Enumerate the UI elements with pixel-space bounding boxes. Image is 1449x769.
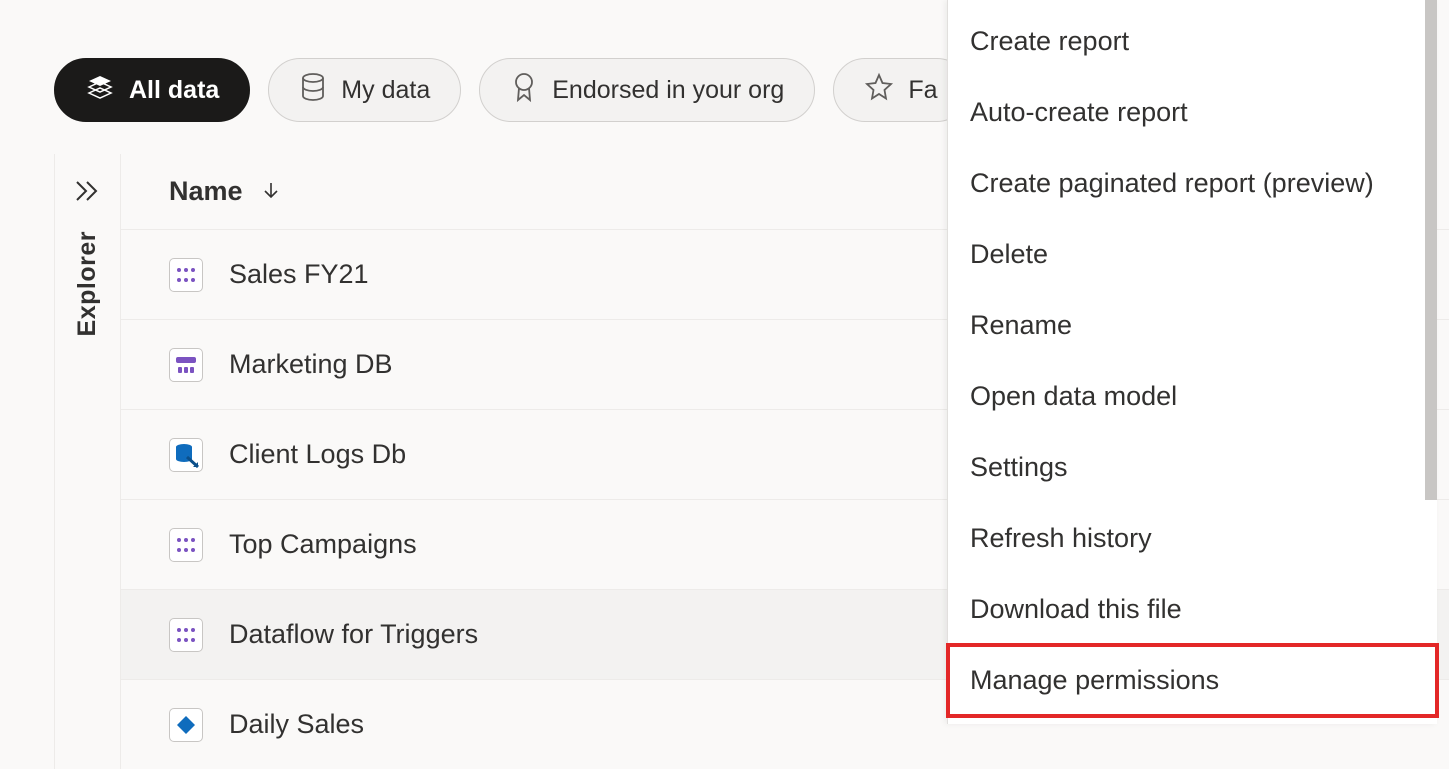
menu-item-auto-create-report[interactable]: Auto-create report xyxy=(948,77,1437,148)
menu-item-settings[interactable]: Settings xyxy=(948,432,1437,503)
pill-label: Fa xyxy=(908,76,937,105)
menu-item-manage-permissions[interactable]: Manage permissions xyxy=(948,645,1437,716)
menu-item-create-paginated-report-preview-[interactable]: Create paginated report (preview) xyxy=(948,148,1437,219)
menu-list: Create reportAuto-create reportCreate pa… xyxy=(948,0,1437,716)
filter-pill-all-data[interactable]: All data xyxy=(54,58,250,122)
menu-item-create-report[interactable]: Create report xyxy=(948,6,1437,77)
pill-label: All data xyxy=(129,76,219,105)
datamart-icon xyxy=(169,348,203,382)
menu-item-download-this-file[interactable]: Download this file xyxy=(948,574,1437,645)
context-menu: Create reportAuto-create reportCreate pa… xyxy=(947,0,1437,724)
sqldb-icon xyxy=(169,438,203,472)
sort-arrow-icon xyxy=(261,176,281,207)
star-icon xyxy=(864,72,894,109)
menu-item-delete[interactable]: Delete xyxy=(948,219,1437,290)
explorer-rail: Explorer xyxy=(55,154,121,769)
dataset-icon xyxy=(169,528,203,562)
diamond-icon xyxy=(169,708,203,742)
context-menu-scrollbar[interactable] xyxy=(1425,0,1437,500)
column-header-label: Name xyxy=(169,176,243,207)
explorer-label: Explorer xyxy=(73,231,102,336)
menu-item-refresh-history[interactable]: Refresh history xyxy=(948,503,1437,574)
dataset-icon xyxy=(169,258,203,292)
menu-item-open-data-model[interactable]: Open data model xyxy=(948,361,1437,432)
ribbon-icon xyxy=(510,71,538,110)
filter-pill-endorsed-in-your-org[interactable]: Endorsed in your org xyxy=(479,58,815,122)
menu-item-rename[interactable]: Rename xyxy=(948,290,1437,361)
pill-label: My data xyxy=(341,76,430,105)
dataset-icon xyxy=(169,618,203,652)
filter-pill-my-data[interactable]: My data xyxy=(268,58,461,122)
stack-icon xyxy=(85,73,115,108)
expand-rail-icon[interactable] xyxy=(75,180,101,207)
pill-label: Endorsed in your org xyxy=(552,76,784,105)
database-icon xyxy=(299,72,327,109)
